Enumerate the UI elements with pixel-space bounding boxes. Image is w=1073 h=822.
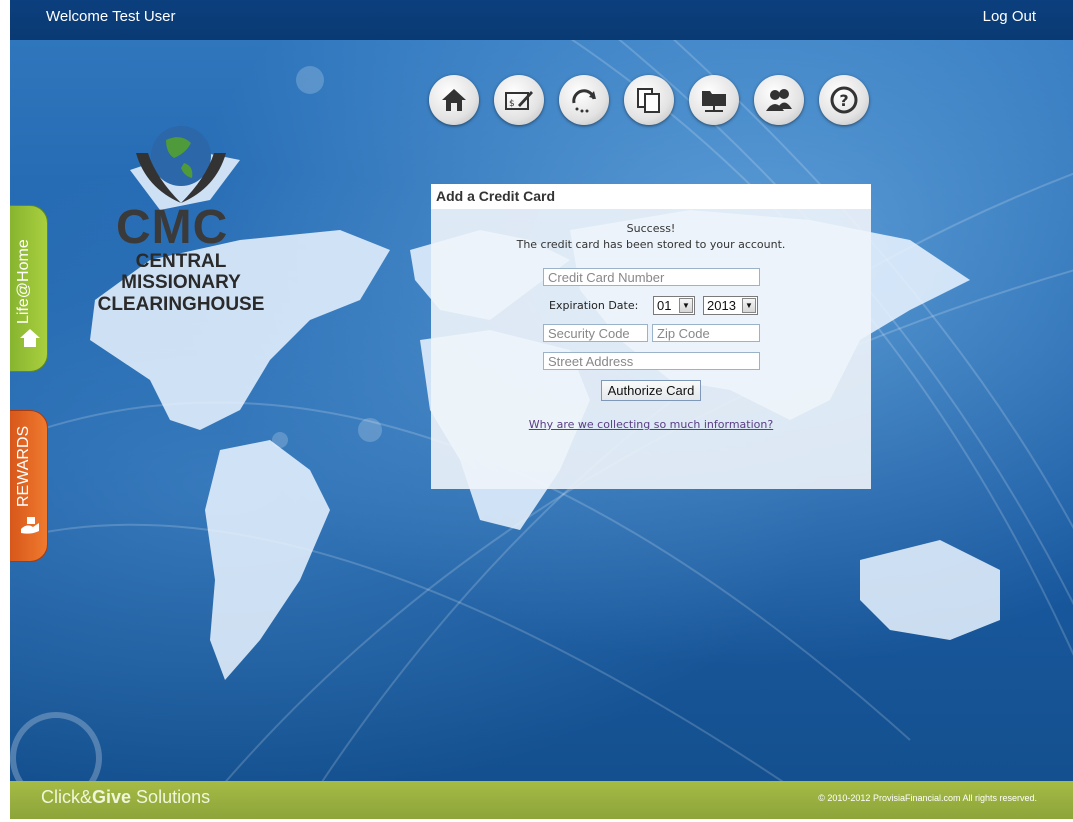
refresh-button[interactable] [559, 75, 609, 125]
expiration-label: Expiration Date: [549, 299, 639, 312]
chevron-down-icon[interactable]: ▼ [679, 298, 693, 313]
footer: Click&Give Solutions © 2010-2012 Provisi… [10, 781, 1073, 819]
gift-hands-icon [21, 517, 39, 534]
month-select[interactable]: 01 ▼ [653, 296, 695, 315]
panel-title: Add a Credit Card [431, 184, 871, 209]
life-tab-label: Life@Home [15, 239, 32, 324]
home-button[interactable] [429, 75, 479, 125]
rewards-tab-label: REWARDS [15, 425, 32, 507]
folder-network-icon [702, 91, 726, 112]
folder-network-button[interactable] [689, 75, 739, 125]
rewards-tab[interactable]: REWARDS [10, 410, 48, 562]
help-button[interactable]: ? [819, 75, 869, 125]
documents-button[interactable] [624, 75, 674, 125]
globe-hands-icon [136, 126, 226, 203]
documents-icon [637, 88, 660, 113]
home-icon [20, 329, 40, 347]
zip-code-input[interactable]: Zip Code [652, 324, 760, 342]
svg-text:$: $ [509, 99, 515, 109]
brand-bold: Give [92, 787, 132, 807]
month-value: 01 [657, 298, 672, 313]
security-code-input[interactable]: Security Code [543, 324, 648, 342]
refresh-icon [572, 89, 596, 113]
street-address-input[interactable]: Street Address [543, 352, 760, 370]
status-message: Success! The credit card has been stored… [431, 221, 871, 253]
logo-line-3: CLEARINGHOUSE [97, 294, 265, 315]
authorize-card-button[interactable]: Authorize Card [601, 380, 701, 401]
logo-line-2: MISSIONARY [121, 272, 241, 293]
add-credit-card-panel: Add a Credit Card Success! The credit ca… [431, 184, 871, 489]
success-text: Success! [626, 222, 676, 235]
payment-icon: $ [505, 91, 533, 110]
brand-prefix: Click& [41, 787, 93, 807]
why-info-link[interactable]: Why are we collecting so much informatio… [431, 418, 871, 431]
payment-button[interactable]: $ [494, 75, 544, 125]
year-select[interactable]: 2013 ▼ [703, 296, 758, 315]
footer-brand: Click&Give Solutions [41, 787, 210, 808]
users-icon [766, 89, 792, 111]
year-value: 2013 [707, 298, 736, 313]
chevron-down-icon[interactable]: ▼ [742, 298, 756, 313]
welcome-text: Welcome Test User [46, 8, 176, 25]
top-bar: Welcome Test User Log Out [10, 0, 1073, 40]
logout-link[interactable]: Log Out [983, 8, 1036, 25]
app-frame: Welcome Test User Log Out CMC CENTRAL MI… [10, 0, 1073, 822]
logo-abbr: CMC [116, 201, 229, 254]
users-button[interactable] [754, 75, 804, 125]
logo-line-1: CENTRAL [135, 251, 227, 272]
footer-copyright: © 2010-2012 ProvisiaFinancial.com All ri… [818, 793, 1037, 803]
home-icon [442, 89, 466, 111]
help-icon: ? [830, 86, 858, 114]
svg-text:?: ? [839, 91, 848, 110]
card-number-input[interactable]: Credit Card Number [543, 268, 760, 286]
stored-text: The credit card has been stored to your … [516, 238, 786, 251]
life-at-home-tab[interactable]: Life@Home [10, 205, 48, 372]
brand-suffix: Solutions [131, 787, 211, 807]
